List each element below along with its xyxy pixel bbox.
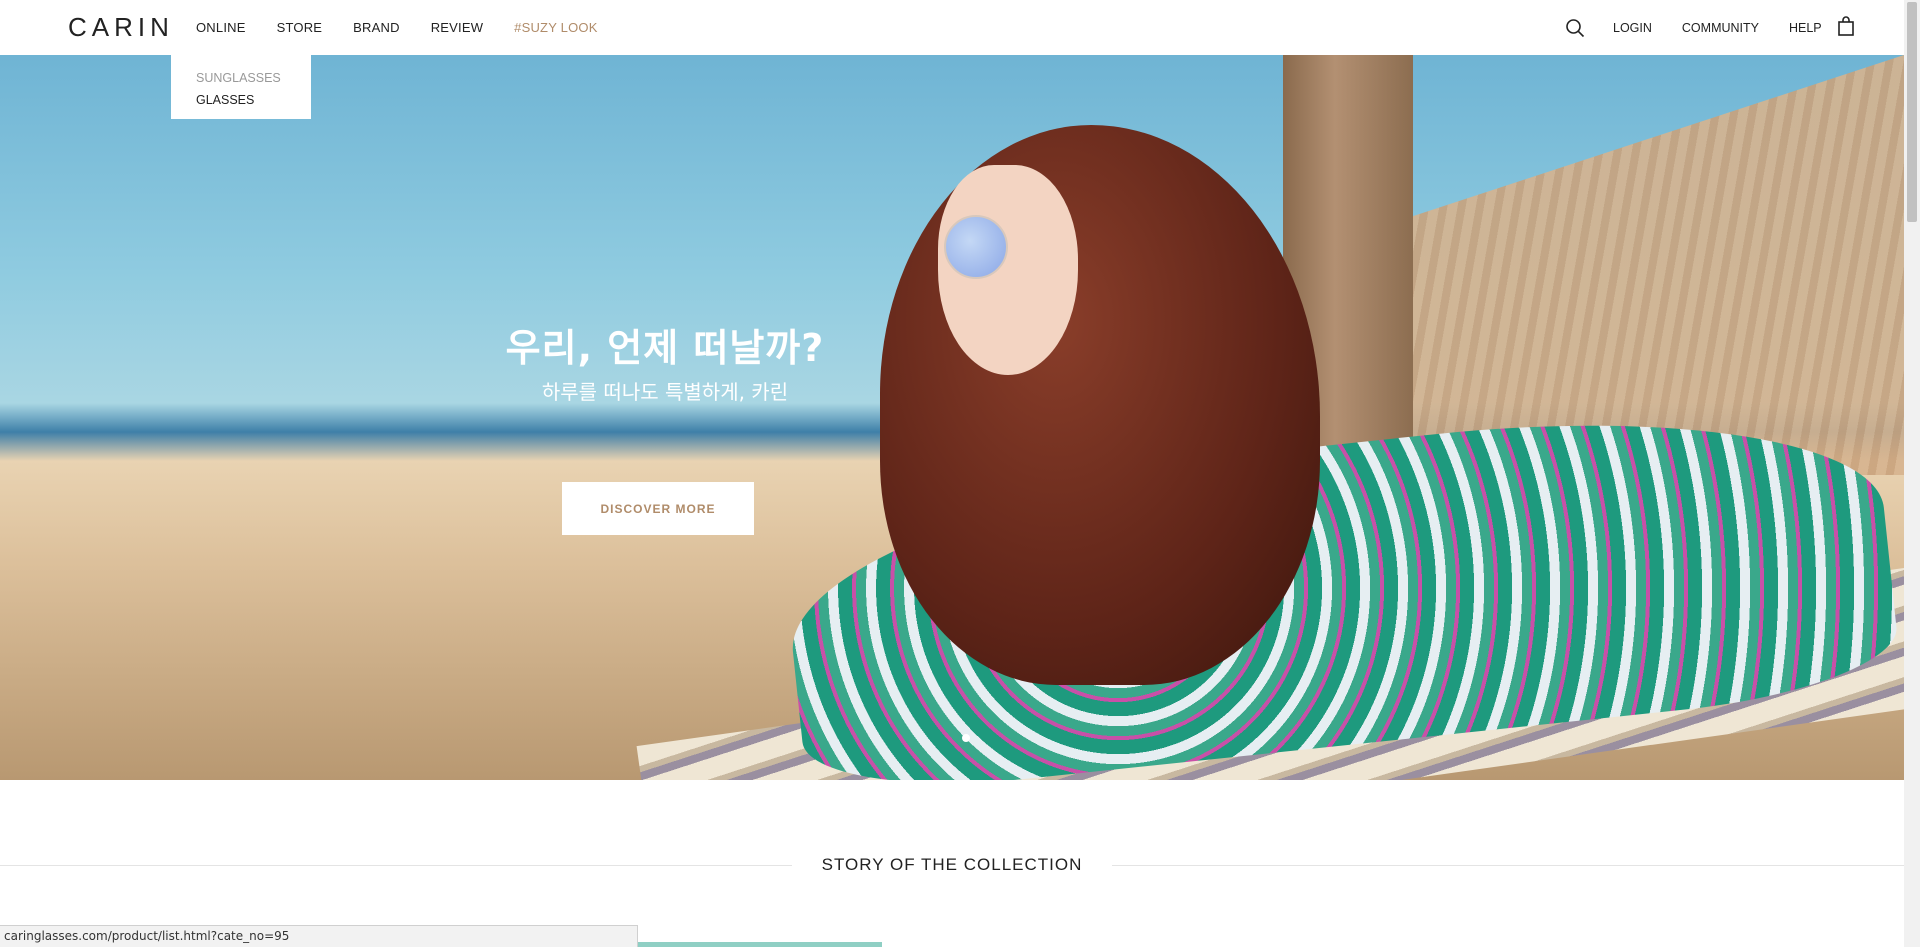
- nav-review[interactable]: REVIEW: [431, 20, 483, 35]
- section-title-text: STORY OF THE COLLECTION: [791, 855, 1113, 874]
- scrollbar-thumb[interactable]: [1907, 2, 1917, 222]
- nav-community[interactable]: COMMUNITY: [1682, 21, 1759, 35]
- nav-help[interactable]: HELP: [1789, 21, 1822, 35]
- main-nav: ONLINE STORE BRAND REVIEW #SUZY LOOK: [196, 0, 629, 55]
- slider-dot-indicator[interactable]: [962, 734, 970, 742]
- hero-title: 우리, 언제 떠날까?: [505, 326, 825, 370]
- nav-suzy-look[interactable]: #SUZY LOOK: [514, 20, 597, 35]
- dropdown-item-glasses[interactable]: GLASSES: [196, 89, 311, 111]
- shopping-bag-icon[interactable]: [1837, 16, 1855, 36]
- search-icon[interactable]: [1565, 18, 1585, 38]
- browser-status-bar: caringlasses.com/product/list.html?cate_…: [0, 925, 638, 947]
- hero-banner: 우리, 언제 떠날까? 하루를 떠나도 특별하게, 카린 DISCOVER MO…: [0, 55, 1904, 780]
- site-header: CARIN ONLINE STORE BRAND REVIEW #SUZY LO…: [0, 0, 1904, 55]
- utility-nav: LOGIN COMMUNITY HELP: [1583, 0, 1822, 55]
- section-title: STORY OF THE COLLECTION: [0, 855, 1904, 875]
- nav-online[interactable]: ONLINE: [196, 20, 246, 35]
- hero-subtitle: 하루를 떠나도 특별하게, 카린: [541, 380, 789, 404]
- nav-brand[interactable]: BRAND: [353, 20, 400, 35]
- hero-image-sunglasses: [944, 215, 1008, 279]
- collection-image-edge: [638, 942, 882, 947]
- online-dropdown-menu: SUNGLASSES GLASSES: [171, 55, 311, 119]
- logo[interactable]: CARIN: [68, 12, 174, 43]
- discover-more-button[interactable]: DISCOVER MORE: [562, 482, 754, 535]
- nav-store[interactable]: STORE: [277, 20, 323, 35]
- nav-login[interactable]: LOGIN: [1613, 21, 1652, 35]
- dropdown-item-sunglasses[interactable]: SUNGLASSES: [196, 67, 311, 89]
